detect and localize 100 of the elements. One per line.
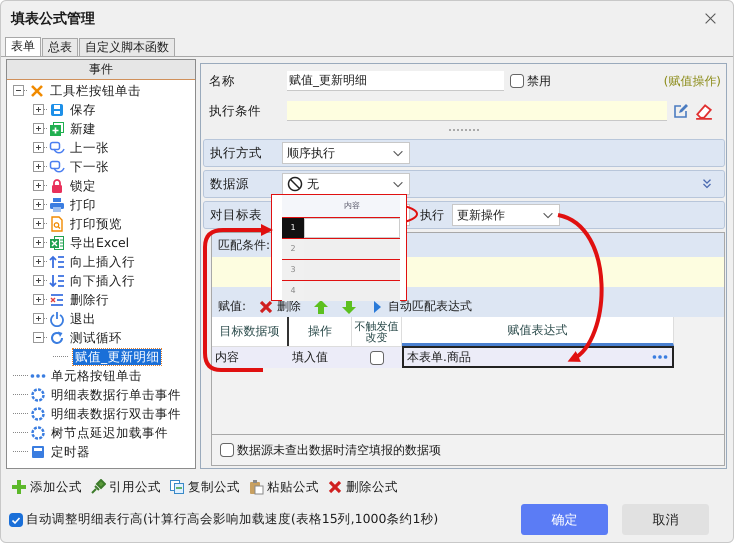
expand-toggle[interactable] — [33, 161, 44, 172]
expand-toggle[interactable] — [33, 199, 44, 210]
plug-icon — [90, 479, 106, 495]
tree-item[interactable]: 打印预览 — [68, 216, 124, 232]
field-label: 执行 — [420, 206, 444, 224]
column-header: 内容 — [343, 200, 361, 212]
field-label: 对目标表 — [209, 206, 263, 224]
expand-toggle[interactable] — [33, 332, 44, 343]
tree-item[interactable]: 树节点延迟加载事件 — [49, 424, 170, 440]
toolbar-button[interactable]: 粘贴公式 — [248, 478, 319, 496]
save-icon — [49, 102, 65, 118]
tab[interactable]: 自定义脚本函数 — [79, 38, 175, 56]
expand-toggle[interactable] — [33, 294, 44, 305]
paste-icon — [248, 479, 264, 495]
expand-toggle[interactable] — [33, 218, 44, 229]
insert-row-above-icon — [49, 254, 65, 270]
tree-item[interactable]: 锁定 — [68, 178, 98, 194]
condition-field[interactable] — [287, 101, 667, 121]
tree-item[interactable]: 工具栏按钮单击 — [48, 82, 143, 98]
toolbar-button[interactable]: 删除公式 — [327, 478, 398, 496]
expression-field[interactable]: 本表单.商品 — [402, 346, 674, 368]
printer-icon — [49, 196, 65, 212]
tree-item[interactable]: 向上插入行 — [68, 254, 137, 270]
expand-toggle[interactable] — [33, 313, 44, 324]
dropdown[interactable]: 顺序执行 — [282, 142, 410, 164]
dropdown[interactable]: 更新操作 — [452, 204, 560, 226]
expand-toggle[interactable] — [13, 85, 24, 96]
tree-item[interactable]: 单元格按钮单击 — [49, 368, 144, 384]
expand-toggle[interactable] — [33, 256, 44, 267]
toolbar-button[interactable]: 自动匹配表达式 — [369, 298, 472, 315]
delete-icon — [258, 298, 274, 314]
spreadsheet-icon — [49, 234, 65, 250]
toolbar-button[interactable]: 添加公式 — [11, 478, 82, 496]
expand-toggle[interactable] — [33, 104, 44, 115]
row-number: 4 — [282, 281, 304, 301]
list-row[interactable]: 1 — [282, 217, 400, 238]
name-field[interactable]: 赋值_更新明细 — [287, 71, 504, 91]
lock-icon — [49, 178, 65, 194]
tab[interactable]: 表单 — [5, 37, 41, 56]
power-icon — [49, 310, 65, 326]
tree-item[interactable]: 向下插入行 — [68, 272, 137, 288]
field-label: 数据源 — [209, 176, 250, 192]
toolbar-button[interactable]: 引用公式 — [90, 478, 161, 496]
tree-item[interactable]: 新建 — [68, 120, 98, 136]
tree-item[interactable]: 保存 — [68, 102, 98, 118]
tree-item[interactable]: 赋值_更新明细 — [73, 348, 162, 364]
tree-item[interactable]: 明细表数据行双击事件 — [49, 406, 183, 422]
plus-icon — [11, 479, 27, 495]
expand-toggle[interactable] — [33, 123, 44, 134]
checkbox[interactable] — [510, 74, 524, 88]
copy-icon — [169, 479, 185, 495]
tab[interactable]: 总表 — [42, 38, 78, 56]
ring-icon — [30, 406, 46, 422]
tree-item[interactable]: 打印 — [68, 196, 98, 212]
double-chevron-icon[interactable] — [700, 177, 714, 191]
checkbox[interactable] — [370, 350, 384, 364]
ok-button[interactable]: 确定 — [521, 504, 608, 535]
checkbox[interactable] — [220, 443, 234, 457]
table-cell: 内容 — [212, 346, 289, 368]
cancel-button[interactable]: 取消 — [622, 504, 709, 535]
delete-row-icon — [49, 292, 65, 308]
tree-item[interactable]: 明细表数据行单击事件 — [49, 386, 183, 402]
checkbox-label: 自动调整明细表行高(计算行高会影响加载速度(表格15列,1000条约1秒) — [26, 511, 438, 528]
toolbar-button[interactable]: 复制公式 — [169, 478, 240, 496]
tree-item[interactable]: 导出Excel — [68, 234, 132, 250]
tree-item[interactable]: 定时器 — [49, 444, 92, 460]
more-icon[interactable] — [652, 355, 668, 359]
close-icon[interactable] — [704, 12, 717, 25]
field-label: 执行条件 — [208, 102, 262, 120]
edit-icon[interactable] — [673, 103, 689, 119]
expand-toggle[interactable] — [33, 180, 44, 191]
row-number: 1 — [282, 218, 304, 238]
row-number: 3 — [282, 260, 304, 280]
ring-icon — [30, 386, 46, 402]
tree-item[interactable]: 测试循环 — [68, 330, 124, 346]
eraser-icon[interactable] — [695, 102, 713, 120]
card-icon — [49, 158, 65, 174]
expand-toggle[interactable] — [33, 275, 44, 286]
new-icon — [49, 120, 65, 136]
delete-icon — [327, 479, 343, 495]
row-number: 2 — [282, 239, 304, 259]
expand-toggle[interactable] — [33, 237, 44, 248]
tree-item[interactable]: 上一张 — [68, 140, 111, 156]
table-cell: 填入值 — [289, 346, 352, 368]
checkbox[interactable] — [9, 512, 23, 526]
field-label: 匹配条件: — [218, 236, 270, 254]
card-icon — [49, 140, 65, 156]
tree-item[interactable]: 下一张 — [68, 158, 111, 174]
expand-toggle[interactable] — [33, 142, 44, 153]
window-icon — [30, 444, 46, 460]
document-search-icon — [49, 216, 65, 232]
field-label: 赋值: — [218, 298, 246, 315]
ring-icon — [30, 424, 46, 440]
no-entry-icon — [287, 176, 303, 192]
dropdown[interactable]: 无 — [282, 173, 410, 195]
tree-item[interactable]: 退出 — [68, 310, 98, 326]
tree-item[interactable]: 删除行 — [68, 292, 111, 308]
refresh-icon — [49, 330, 65, 346]
tools-icon — [29, 82, 45, 98]
field-label: 名称 — [208, 72, 236, 90]
